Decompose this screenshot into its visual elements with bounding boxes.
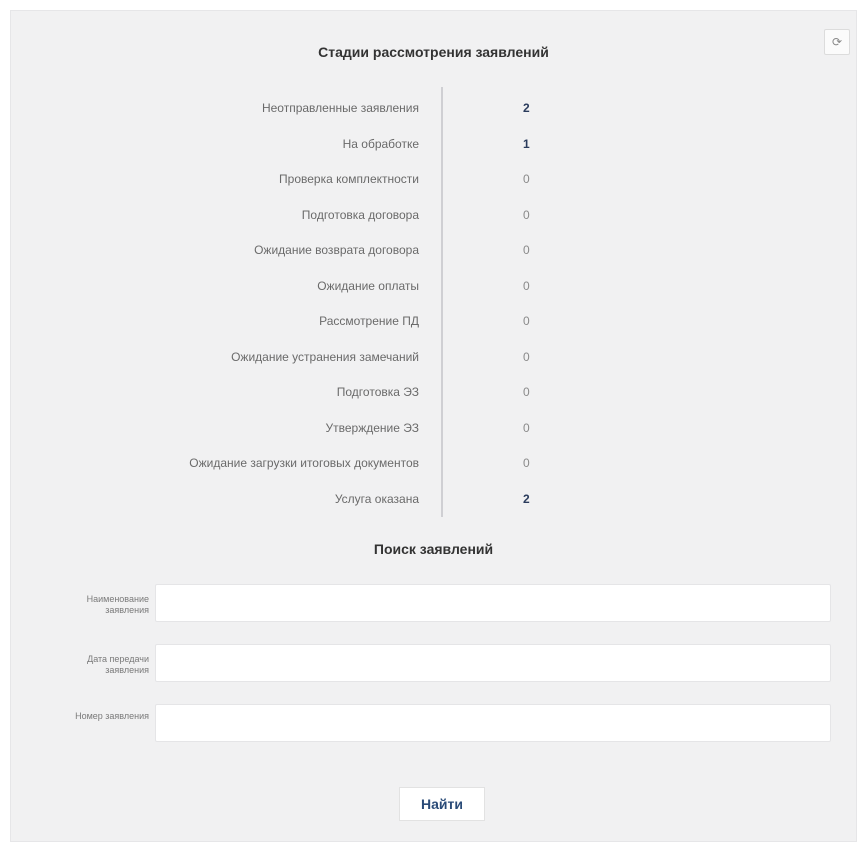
stage-label: Неотправленные заявления bbox=[261, 101, 419, 115]
stage-row[interactable]: Рассмотрение ПД 0 bbox=[11, 304, 856, 340]
stage-count: 0 bbox=[523, 243, 530, 257]
stage-label: Проверка комплектности bbox=[279, 172, 419, 186]
transfer-date-row: Дата передачи заявления bbox=[11, 644, 856, 684]
stage-row[interactable]: Подготовка ЭЗ 0 bbox=[11, 375, 856, 411]
search-title: Поиск заявлений bbox=[373, 541, 494, 557]
stage-row[interactable]: Ожидание устранения замечаний 0 bbox=[11, 340, 856, 376]
transfer-date-label-line2: заявления bbox=[105, 665, 149, 675]
stage-row[interactable]: Ожидание возврата договора 0 bbox=[11, 233, 856, 269]
stage-count: 0 bbox=[523, 385, 530, 399]
stage-label: Подготовка ЭЗ bbox=[336, 385, 419, 399]
transfer-date-input[interactable] bbox=[155, 644, 831, 682]
application-number-row: Номер заявления bbox=[11, 704, 856, 744]
stage-count[interactable]: 2 bbox=[523, 101, 530, 115]
stage-label: Ожидание загрузки итоговых документов bbox=[189, 456, 419, 470]
stage-row[interactable]: Утверждение ЭЗ 0 bbox=[11, 411, 856, 447]
stage-count[interactable]: 2 bbox=[523, 492, 530, 506]
stage-count: 0 bbox=[523, 314, 530, 328]
application-name-label-line1: Наименование bbox=[86, 594, 149, 604]
stage-label: Услуга оказана bbox=[334, 491, 419, 506]
stage-label: Утверждение ЭЗ bbox=[325, 420, 420, 435]
stage-row[interactable]: Услуга оказана 2 bbox=[11, 482, 856, 518]
stage-label: Подготовка договора bbox=[301, 207, 419, 222]
application-name-input[interactable] bbox=[155, 584, 831, 622]
stage-count: 0 bbox=[523, 349, 530, 364]
stage-label: На обработке bbox=[342, 136, 419, 151]
stage-label: Рассмотрение ПД bbox=[319, 314, 419, 328]
stage-row[interactable]: На обработке 1 bbox=[11, 127, 856, 163]
stage-row[interactable]: Ожидание оплаты 0 bbox=[11, 269, 856, 305]
application-name-label-line2: заявления bbox=[105, 605, 149, 615]
applications-panel: ⟳ Стадии рассмотрения заявлений Неотправ… bbox=[10, 10, 857, 842]
application-name-label: Наименование заявления bbox=[21, 594, 149, 616]
transfer-date-label-line1: Дата передачи bbox=[87, 654, 149, 664]
stage-count: 0 bbox=[523, 420, 530, 435]
stage-label: Ожидание оплаты bbox=[317, 278, 419, 293]
stage-label: Ожидание возврата договора bbox=[254, 243, 419, 257]
stages-title: Стадии рассмотрения заявлений bbox=[318, 44, 549, 60]
stage-row[interactable]: Проверка комплектности 0 bbox=[11, 162, 856, 198]
application-number-input[interactable] bbox=[155, 704, 831, 742]
stage-row[interactable]: Неотправленные заявления 2 bbox=[11, 91, 856, 127]
stage-count: 0 bbox=[523, 207, 530, 222]
stage-row[interactable]: Ожидание загрузки итоговых документов 0 bbox=[11, 446, 856, 482]
stages-list: Неотправленные заявления 2 На обработке … bbox=[11, 91, 856, 517]
application-number-label-line1: Номер заявления bbox=[75, 711, 149, 721]
application-name-row: Наименование заявления bbox=[11, 584, 856, 624]
application-number-label: Номер заявления bbox=[21, 711, 149, 722]
stage-count: 0 bbox=[523, 278, 530, 293]
stage-count: 0 bbox=[523, 456, 530, 470]
transfer-date-label: Дата передачи заявления bbox=[21, 654, 149, 676]
stage-count: 0 bbox=[523, 172, 530, 186]
stage-count[interactable]: 1 bbox=[523, 137, 530, 151]
stage-label: Ожидание устранения замечаний bbox=[231, 349, 419, 364]
stage-row[interactable]: Подготовка договора 0 bbox=[11, 198, 856, 234]
find-button[interactable]: Найти bbox=[399, 787, 485, 821]
